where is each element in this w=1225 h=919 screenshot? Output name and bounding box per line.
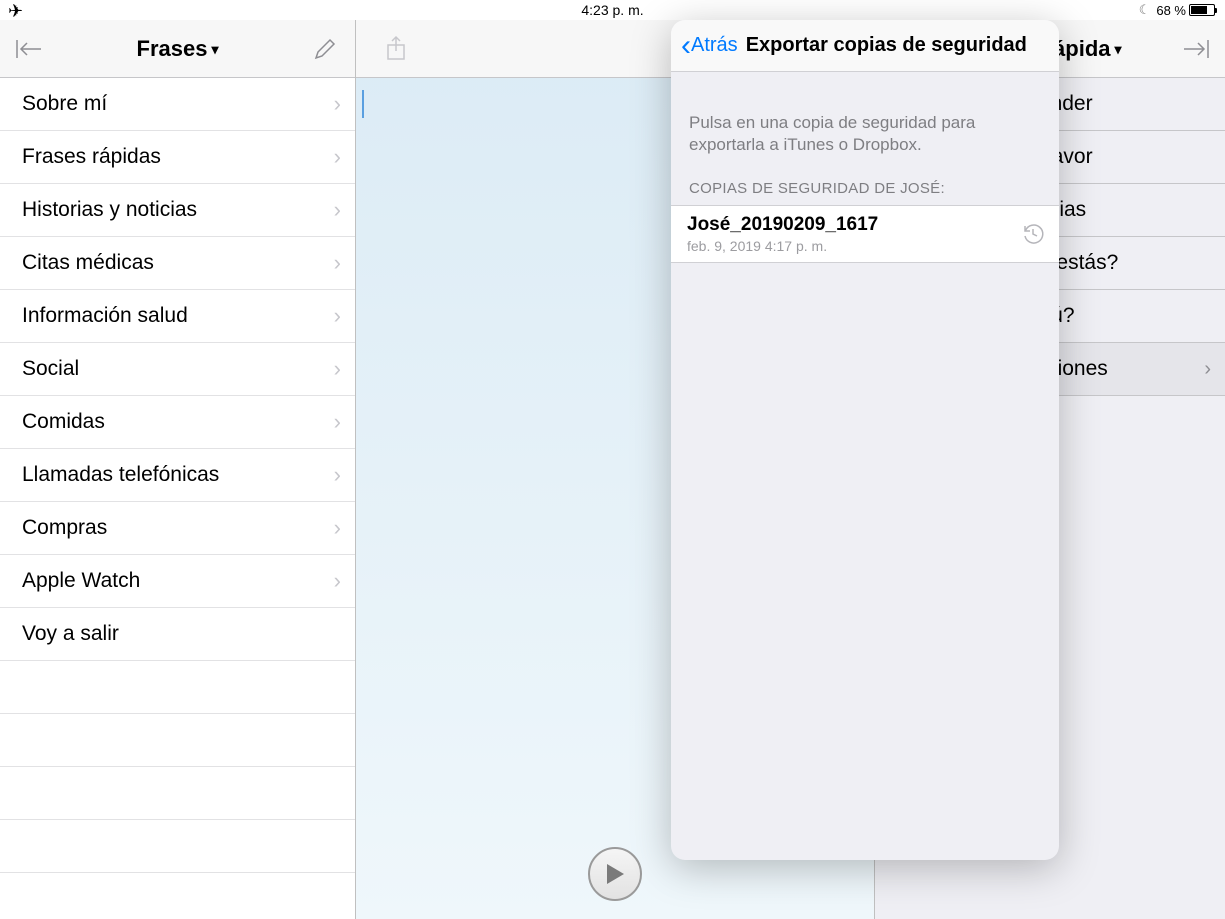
collapse-right-icon[interactable] xyxy=(1175,29,1215,69)
status-right: ☾ 68 % xyxy=(1139,2,1215,18)
category-row[interactable]: Llamadas telefónicas › xyxy=(0,449,355,502)
chevron-right-icon: › xyxy=(334,197,341,223)
chevron-right-icon: › xyxy=(334,515,341,541)
backup-date: feb. 9, 2019 4:17 p. m. xyxy=(687,238,1043,254)
category-row[interactable]: Comidas › xyxy=(0,396,355,449)
center-panel: ‹ Atrás Exportar copias de seguridad Pul… xyxy=(356,20,874,919)
left-title[interactable]: Frases xyxy=(50,36,305,62)
edit-icon[interactable] xyxy=(305,29,345,69)
category-label: Compras xyxy=(22,516,107,540)
backup-item[interactable]: José_20190209_1617 feb. 9, 2019 4:17 p. … xyxy=(671,205,1059,263)
status-bar: ✈ 4:23 p. m. ☾ 68 % xyxy=(0,0,1225,20)
empty-row xyxy=(0,767,355,820)
category-label: Comidas xyxy=(22,410,105,434)
category-label: Sobre mí xyxy=(22,92,107,116)
chevron-right-icon: › xyxy=(1204,358,1211,381)
popover-header: ‹ Atrás Exportar copias de seguridad xyxy=(671,20,1059,72)
airplane-mode-icon: ✈ xyxy=(8,1,23,22)
do-not-disturb-icon: ☾ xyxy=(1139,2,1151,18)
chevron-left-icon: ‹ xyxy=(681,31,691,61)
chevron-right-icon: › xyxy=(334,462,341,488)
chevron-right-icon: › xyxy=(334,91,341,117)
popover-hint: Pulsa en una copia de seguridad para exp… xyxy=(671,72,1059,170)
popover-section-header: COPIAS DE SEGURIDAD DE JOSÉ: xyxy=(671,170,1059,205)
left-toolbar: Frases xyxy=(0,20,355,78)
category-row[interactable]: Citas médicas › xyxy=(0,237,355,290)
chevron-right-icon: › xyxy=(334,144,341,170)
battery-percent: 68 % xyxy=(1156,3,1186,18)
share-icon[interactable] xyxy=(376,29,416,69)
backup-name: José_20190209_1617 xyxy=(687,214,1043,236)
empty-row xyxy=(0,661,355,714)
category-row[interactable]: Compras › xyxy=(0,502,355,555)
category-label: Social xyxy=(22,357,79,381)
category-row[interactable]: Información salud › xyxy=(0,290,355,343)
category-label: Voy a salir xyxy=(22,622,119,646)
play-button[interactable] xyxy=(588,847,642,901)
category-label: Información salud xyxy=(22,304,188,328)
category-row[interactable]: Voy a salir xyxy=(0,608,355,661)
category-label: Historias y noticias xyxy=(22,198,197,222)
phrase-category-list: Sobre mí›Frases rápidas›Historias y noti… xyxy=(0,78,355,919)
chevron-right-icon: › xyxy=(334,409,341,435)
chevron-right-icon: › xyxy=(334,250,341,276)
battery-icon xyxy=(1189,4,1215,16)
empty-row xyxy=(0,820,355,873)
status-time: 4:23 p. m. xyxy=(581,2,643,18)
category-row[interactable]: Frases rápidas › xyxy=(0,131,355,184)
empty-row xyxy=(0,714,355,767)
category-label: Llamadas telefónicas xyxy=(22,463,219,487)
left-panel: Frases Sobre mí›Frases rápidas›Historias… xyxy=(0,20,356,919)
export-backups-popover: ‹ Atrás Exportar copias de seguridad Pul… xyxy=(671,20,1059,860)
text-cursor xyxy=(362,90,364,118)
back-button[interactable]: ‹ Atrás xyxy=(681,31,738,61)
chevron-right-icon: › xyxy=(334,356,341,382)
chevron-right-icon: › xyxy=(334,303,341,329)
history-icon xyxy=(1021,222,1045,246)
category-label: Citas médicas xyxy=(22,251,154,275)
collapse-left-icon[interactable] xyxy=(10,29,50,69)
back-label: Atrás xyxy=(691,34,738,57)
category-row[interactable]: Social › xyxy=(0,343,355,396)
category-label: Apple Watch xyxy=(22,569,140,593)
category-label: Frases rápidas xyxy=(22,145,161,169)
popover-title: Exportar copias de seguridad xyxy=(746,34,1027,57)
category-row[interactable]: Historias y noticias › xyxy=(0,184,355,237)
category-row[interactable]: Sobre mí › xyxy=(0,78,355,131)
category-row[interactable]: Apple Watch › xyxy=(0,555,355,608)
chevron-right-icon: › xyxy=(334,568,341,594)
